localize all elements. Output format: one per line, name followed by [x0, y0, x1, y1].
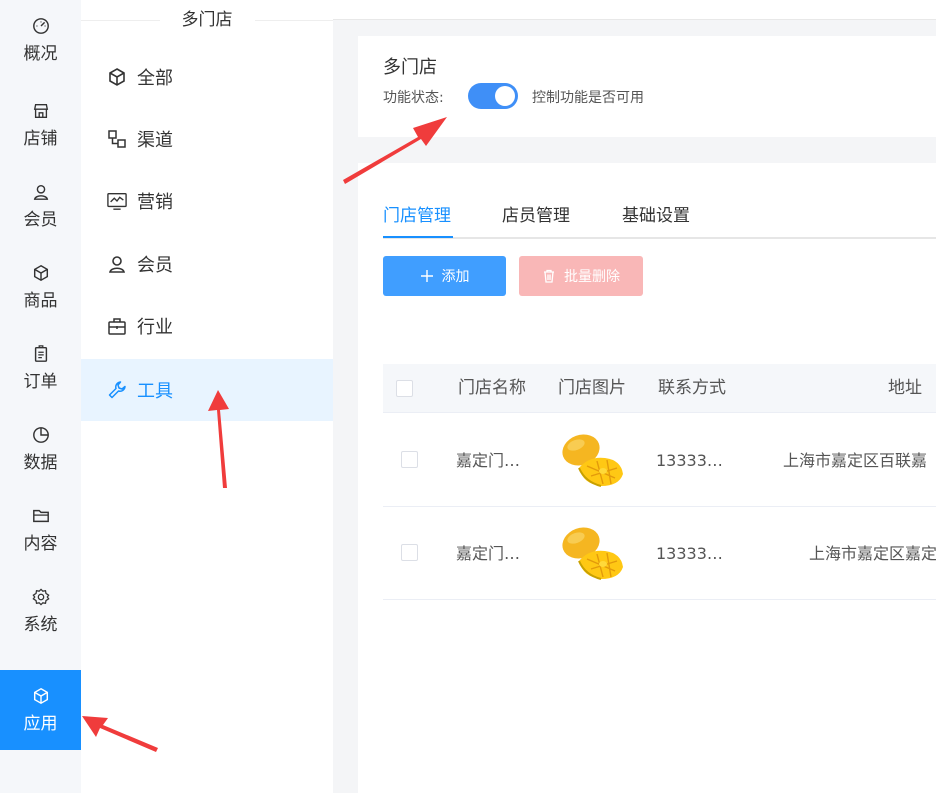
nav-item-apps[interactable]: 应用	[0, 670, 81, 750]
column-header-store-image: 门店图片	[558, 378, 626, 398]
dashboard-icon	[32, 17, 49, 34]
tab-staff-management[interactable]: 店员管理	[502, 201, 570, 237]
subnav-item-label: 工具	[137, 381, 173, 402]
nav-item-label: 订单	[23, 371, 58, 392]
nav-item-label: 内容	[23, 533, 58, 554]
channel-icon	[108, 130, 126, 148]
subnav-item-label: 全部	[137, 68, 173, 89]
nav-item-order[interactable]: 订单	[0, 328, 81, 408]
cell-address: 上海市嘉定区嘉定	[809, 544, 936, 563]
wrench-icon	[108, 381, 126, 399]
nav-item-overview[interactable]: 概况	[0, 0, 81, 80]
add-button-label: 添加	[441, 269, 470, 285]
table-row: 嘉定门… 13333… 上海市嘉定区百联嘉	[383, 414, 936, 507]
subnav-item-label: 行业	[137, 317, 173, 338]
row-checkbox[interactable]	[401, 451, 418, 468]
cell-store-name: 嘉定门…	[456, 451, 521, 470]
nav-item-label: 概况	[23, 43, 58, 64]
column-header-contact: 联系方式	[658, 378, 726, 398]
add-button[interactable]: 添加	[383, 256, 506, 296]
briefcase-icon	[108, 318, 126, 335]
table-row: 嘉定门… 13333… 上海市嘉定区嘉定	[383, 507, 936, 600]
nav-item-label: 应用	[23, 713, 58, 734]
cell-contact: 13333…	[656, 544, 723, 563]
subnav-item-industry[interactable]: 行业	[81, 295, 333, 357]
nav-item-member[interactable]: 会员	[0, 166, 81, 246]
cube-icon	[109, 68, 125, 86]
batch-delete-button-label: 批量删除	[564, 269, 620, 285]
subnav-item-tools[interactable]: 工具	[81, 359, 333, 421]
nav-item-system[interactable]: 系统	[0, 571, 81, 651]
select-all-checkbox[interactable]	[396, 380, 413, 397]
tab-store-management[interactable]: 门店管理	[383, 201, 451, 237]
nav-item-label: 商品	[23, 290, 58, 311]
subnav-item-label: 渠道	[137, 130, 173, 151]
feature-status-label: 功能状态:	[383, 90, 444, 106]
subnav-item-all[interactable]: 全部	[81, 46, 333, 108]
cell-address: 上海市嘉定区百联嘉	[783, 451, 928, 470]
tab-bar: 门店管理 店员管理 基础设置	[383, 201, 936, 239]
store-icon	[33, 103, 48, 118]
nav-item-goods[interactable]: 商品	[0, 247, 81, 327]
mango-image	[562, 527, 623, 580]
folder-icon	[32, 509, 49, 522]
nav-item-label: 系统	[23, 614, 58, 635]
tab-basic-settings[interactable]: 基础设置	[622, 201, 690, 237]
secondary-sidebar-title: 多门店	[81, 0, 333, 40]
cell-contact: 13333…	[656, 451, 723, 470]
pie-chart-icon	[32, 426, 49, 443]
mango-image	[562, 434, 623, 487]
top-bar	[333, 0, 936, 20]
subnav-item-marketing[interactable]: 营销	[81, 170, 333, 232]
feature-status-toggle[interactable]	[468, 83, 518, 109]
gear-icon	[31, 587, 50, 606]
feature-title: 多门店	[383, 57, 437, 78]
monitor-chart-icon	[107, 193, 127, 210]
nav-item-data[interactable]: 数据	[0, 409, 81, 489]
column-header-store-name: 门店名称	[458, 378, 526, 398]
subnav-item-label: 营销	[137, 192, 173, 213]
clipboard-icon	[34, 344, 47, 362]
plus-icon	[420, 270, 433, 282]
box-icon	[33, 264, 48, 281]
trash-icon	[544, 269, 554, 283]
table-header: 门店名称 门店图片 联系方式 地址	[383, 364, 936, 413]
nav-item-label: 数据	[23, 452, 58, 473]
subnav-item-member[interactable]: 会员	[81, 233, 333, 295]
primary-sidebar: 概况 店铺 会员 商品 订单 数据 内容 系统 应用	[0, 0, 81, 793]
cube-icon	[33, 687, 48, 704]
store-management-card: 门店管理 店员管理 基础设置 添加 批量删除 门店名称 门店图片 联系方式 地址…	[358, 163, 936, 793]
tab-active-indicator	[383, 236, 453, 238]
secondary-sidebar-title-text: 多门店	[159, 10, 255, 30]
column-header-address: 地址	[888, 378, 922, 398]
batch-delete-button[interactable]: 批量删除	[519, 256, 643, 296]
feature-status-description: 控制功能是否可用	[532, 90, 644, 106]
subnav-item-channel[interactable]: 渠道	[81, 108, 333, 170]
nav-item-label: 会员	[23, 209, 58, 230]
secondary-sidebar: 多门店 全部 渠道 营销 会员 行业 工具	[81, 0, 333, 793]
feature-card: 多门店 功能状态: 控制功能是否可用	[358, 36, 936, 137]
cell-store-name: 嘉定门…	[456, 544, 521, 563]
subnav-item-label: 会员	[137, 255, 173, 276]
nav-item-content[interactable]: 内容	[0, 490, 81, 570]
row-checkbox[interactable]	[401, 544, 418, 561]
user-icon	[109, 256, 125, 273]
nav-item-label: 店铺	[23, 128, 58, 149]
user-icon	[33, 184, 48, 200]
nav-item-store[interactable]: 店铺	[0, 85, 81, 165]
